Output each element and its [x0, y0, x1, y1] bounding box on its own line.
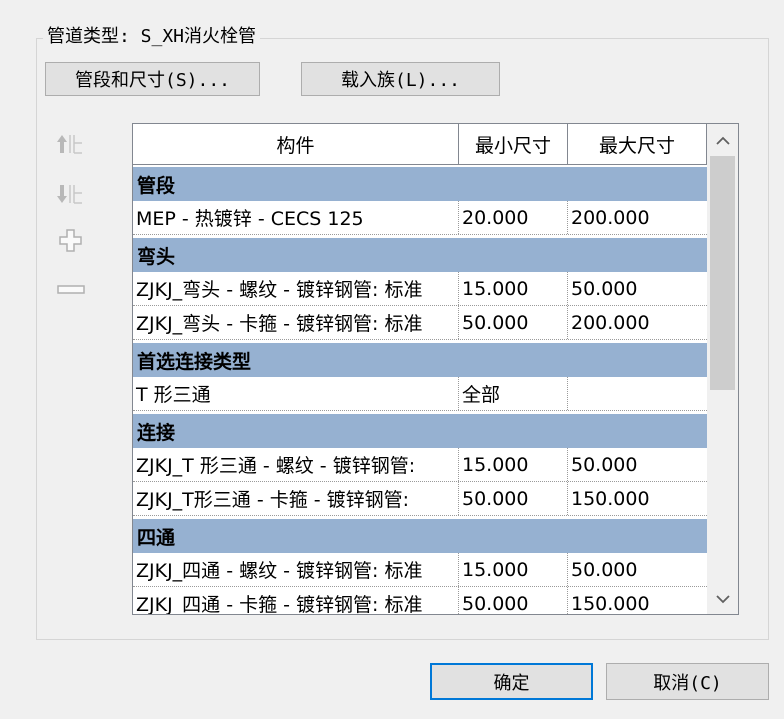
- table-row[interactable]: ZJKJ_四通 - 螺纹 - 镀锌钢管: 标准 15.000 50.000: [133, 553, 707, 587]
- grid-header: 构件 最小尺寸 最大尺寸: [133, 124, 707, 165]
- max-size-cell[interactable]: [568, 377, 707, 410]
- table-row[interactable]: ZJKJ_T 形三通 - 螺纹 - 镀锌钢管: 15.000 50.000: [133, 448, 707, 482]
- min-size-cell[interactable]: 15.000: [459, 272, 568, 305]
- scrollbar-thumb[interactable]: [710, 156, 735, 390]
- group-row-elbow[interactable]: 弯头: [133, 238, 707, 272]
- table-row[interactable]: MEP - 热镀锌 - CECS 125 20.000 200.000: [133, 201, 707, 235]
- component-cell[interactable]: MEP - 热镀锌 - CECS 125: [133, 201, 459, 234]
- min-size-cell[interactable]: 全部: [459, 377, 568, 410]
- grid-rows: 管段 MEP - 热镀锌 - CECS 125 20.000 200.000 弯…: [133, 167, 707, 615]
- header-min-size[interactable]: 最小尺寸: [459, 124, 568, 164]
- component-cell[interactable]: ZJKJ_T 形三通 - 螺纹 - 镀锌钢管:: [133, 448, 459, 481]
- min-size-cell[interactable]: 50.000: [459, 587, 568, 614]
- scroll-down-icon[interactable]: [707, 584, 738, 614]
- group-row-segment[interactable]: 管段: [133, 167, 707, 201]
- segments-fittings-grid: 构件 最小尺寸 最大尺寸 管段 MEP - 热镀锌 - CECS 125 20.…: [132, 123, 739, 615]
- header-component[interactable]: 构件: [133, 124, 459, 164]
- table-row[interactable]: T 形三通 全部: [133, 377, 707, 411]
- scroll-up-icon[interactable]: [707, 126, 738, 156]
- min-size-cell[interactable]: 50.000: [459, 482, 568, 515]
- table-row[interactable]: ZJKJ_四通 - 卡箍 - 镀锌钢管: 标准 50.000 150.000: [133, 587, 707, 615]
- segments-and-sizes-button[interactable]: 管段和尺寸(S)...: [45, 62, 260, 96]
- cancel-button[interactable]: 取消(C): [606, 663, 769, 700]
- group-row-preferred-junction[interactable]: 首选连接类型: [133, 343, 707, 377]
- group-row-cross[interactable]: 四通: [133, 519, 707, 553]
- max-size-cell[interactable]: 50.000: [568, 272, 707, 305]
- component-cell[interactable]: ZJKJ_弯头 - 螺纹 - 镀锌钢管: 标准: [133, 272, 459, 305]
- group-row-junction[interactable]: 连接: [133, 414, 707, 448]
- vertical-scrollbar[interactable]: [707, 124, 738, 614]
- component-cell[interactable]: ZJKJ_四通 - 卡箍 - 镀锌钢管: 标准: [133, 587, 459, 614]
- table-row[interactable]: ZJKJ_T形三通 - 卡箍 - 镀锌钢管: 50.000 150.000: [133, 482, 707, 516]
- move-up-icon[interactable]: [55, 130, 87, 158]
- max-size-cell[interactable]: 50.000: [568, 553, 707, 586]
- plus-icon[interactable]: [55, 227, 87, 255]
- table-row[interactable]: ZJKJ_弯头 - 卡箍 - 镀锌钢管: 标准 50.000 200.000: [133, 306, 707, 340]
- max-size-cell[interactable]: 150.000: [568, 587, 707, 615]
- component-cell[interactable]: ZJKJ_弯头 - 卡箍 - 镀锌钢管: 标准: [133, 306, 459, 339]
- max-size-cell[interactable]: 200.000: [568, 201, 707, 234]
- max-size-cell[interactable]: 150.000: [568, 482, 707, 515]
- move-down-icon[interactable]: [55, 180, 87, 208]
- load-family-button[interactable]: 载入族(L)...: [301, 62, 500, 96]
- component-cell[interactable]: ZJKJ_T形三通 - 卡箍 - 镀锌钢管:: [133, 482, 459, 515]
- ok-button[interactable]: 确定: [430, 663, 593, 700]
- min-size-cell[interactable]: 50.000: [459, 306, 568, 339]
- component-cell[interactable]: ZJKJ_四通 - 螺纹 - 镀锌钢管: 标准: [133, 553, 459, 586]
- group-title: 管道类型: S_XH消火栓管: [43, 25, 261, 49]
- table-row[interactable]: ZJKJ_弯头 - 螺纹 - 镀锌钢管: 标准 15.000 50.000: [133, 272, 707, 306]
- minus-icon[interactable]: [55, 276, 87, 304]
- max-size-cell[interactable]: 200.000: [568, 306, 707, 339]
- header-max-size[interactable]: 最大尺寸: [568, 124, 707, 164]
- min-size-cell[interactable]: 15.000: [459, 553, 568, 586]
- min-size-cell[interactable]: 20.000: [459, 201, 568, 234]
- min-size-cell[interactable]: 15.000: [459, 448, 568, 481]
- max-size-cell[interactable]: 50.000: [568, 448, 707, 481]
- component-cell[interactable]: T 形三通: [133, 377, 459, 410]
